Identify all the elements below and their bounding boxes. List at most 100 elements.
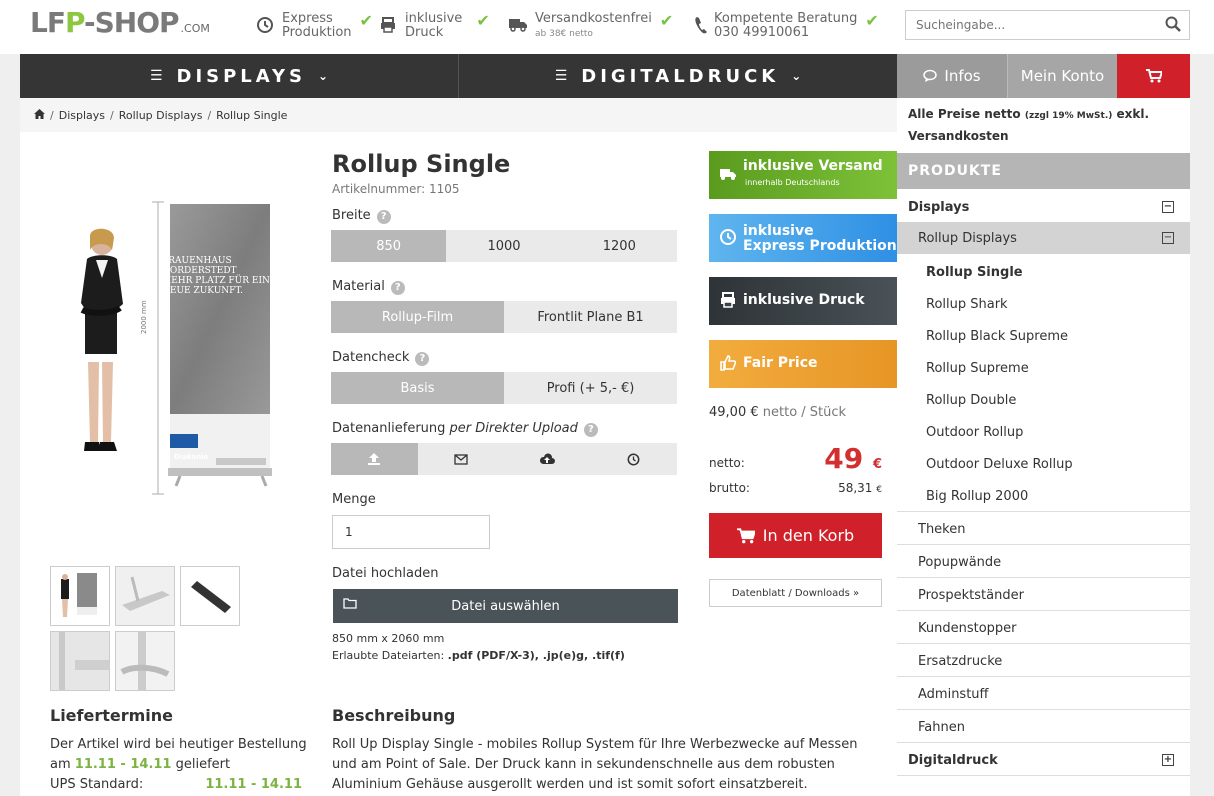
sidebar-item-displays[interactable]: Displays −	[897, 191, 1190, 223]
badge-express: inklusive Express Produktion	[709, 214, 904, 262]
breite-option-1200[interactable]: 1200	[562, 230, 677, 262]
sidebar-item-fahnen[interactable]: Fahnen	[897, 711, 1190, 743]
help-icon[interactable]: ?	[390, 281, 405, 295]
sidebar-item-rollup-supreme[interactable]: Rollup Supreme	[897, 352, 1190, 384]
help-icon[interactable]: ?	[376, 210, 391, 224]
usp-versand-line1: Versandkostenfrei	[535, 11, 652, 26]
nav-konto[interactable]: Mein Konto	[1007, 54, 1117, 98]
material-selector: Rollup-Film Frontlit Plane B1	[331, 301, 677, 333]
quantity-input[interactable]: 1	[332, 515, 490, 549]
truck-icon	[720, 169, 736, 180]
usp-phone-number[interactable]: 030 49910061	[714, 26, 857, 40]
expand-icon[interactable]: +	[1162, 754, 1174, 766]
cloud-upload-icon	[540, 453, 556, 464]
divider	[897, 775, 1190, 776]
help-icon[interactable]: ?	[415, 352, 430, 366]
datencheck-label-text: Datencheck	[332, 350, 410, 365]
sidebar-item-ersatzdrucke[interactable]: Ersatzdrucke	[897, 645, 1190, 677]
chevron-down-icon: ⌄	[317, 69, 329, 83]
home-icon[interactable]	[34, 108, 45, 122]
rollup-print-line3: MEHR PLATZ FÜR EINE	[162, 276, 277, 286]
sidebar-item-popupwaende[interactable]: Popupwände	[897, 546, 1190, 578]
sidebar-item-digitaldruck[interactable]: Digitaldruck +	[897, 744, 1190, 776]
description-heading: Beschreibung	[332, 706, 456, 725]
breadcrumb-rollup-displays[interactable]: Rollup Displays	[119, 109, 203, 122]
add-to-cart-button[interactable]: In den Korb	[709, 513, 882, 558]
sidebar-item-rollup-displays[interactable]: Rollup Displays −	[897, 222, 1190, 254]
sidebar-item-rollup-single[interactable]: Rollup Single	[897, 256, 1190, 288]
sidebar-item-kundenstopper[interactable]: Kundenstopper	[897, 612, 1190, 644]
file-select-button[interactable]: Datei auswählen	[333, 589, 678, 623]
breite-option-1000[interactable]: 1000	[446, 230, 561, 262]
divider	[897, 709, 1190, 710]
collapse-icon[interactable]: −	[1162, 232, 1174, 244]
breite-option-850[interactable]: 850	[331, 230, 447, 262]
email-option[interactable]	[418, 443, 505, 475]
thumbnail-4[interactable]	[50, 631, 110, 691]
material-option-rollup-film[interactable]: Rollup-Film	[331, 301, 504, 333]
cart-icon	[736, 527, 755, 543]
collapse-icon[interactable]: −	[1162, 201, 1174, 213]
printer-icon	[377, 16, 399, 38]
delivery-dates: 11.11 - 14.11	[74, 757, 172, 772]
delivery-text-geliefert: geliefert	[175, 757, 231, 772]
logo-text-lf: LF	[30, 6, 66, 39]
sidebar-item-rollup-black-supreme[interactable]: Rollup Black Supreme	[897, 320, 1190, 352]
datasheet-button[interactable]: Datenblatt / Downloads »	[709, 579, 882, 607]
search-input[interactable]	[906, 11, 1146, 39]
breadcrumb-current: Rollup Single	[216, 108, 288, 122]
thumbnail-5[interactable]	[115, 631, 175, 691]
badge-druck-title: inklusive Druck	[743, 292, 865, 308]
breadcrumb-displays[interactable]: Displays	[59, 109, 105, 122]
article-number: Artikelnummer: 1105	[332, 182, 460, 196]
later-option[interactable]	[591, 443, 678, 475]
sidebar-item-adminstuff[interactable]: Adminstuff	[897, 678, 1190, 710]
datencheck-option-profi[interactable]: Profi (+ 5,- €)	[504, 372, 677, 404]
badge-versand-title: inklusive Versand	[743, 158, 883, 174]
menu-icon: ☰	[554, 68, 568, 84]
check-icon: ✔	[476, 11, 490, 30]
thumbnail-3[interactable]	[180, 566, 240, 626]
cloud-option[interactable]	[504, 443, 591, 475]
divider	[897, 610, 1190, 611]
upload-option[interactable]	[331, 443, 418, 475]
usp-express-line2: Produktion	[282, 25, 352, 40]
usp-druck-line1: inklusive	[405, 11, 463, 26]
nav-digitaldruck[interactable]: ☰ DIGITALDRUCK ⌄	[459, 54, 897, 98]
brutto-price: 58,31 €	[838, 481, 882, 495]
sidebar-item-big-rollup[interactable]: Big Rollup 2000	[897, 480, 1190, 512]
nav-cart-button[interactable]	[1117, 54, 1190, 98]
rollup-print-text: FRAUENHAUS NORDERSTEDT MEHR PLATZ FÜR EI…	[162, 256, 276, 296]
folder-icon	[343, 597, 357, 613]
nav-displays-label: DISPLAYS	[176, 65, 306, 87]
sidebar-item-rollup-double[interactable]: Rollup Double	[897, 384, 1190, 416]
badge-druck: inklusive Druck	[709, 277, 904, 325]
logo[interactable]: LFP-SHOP .COM	[30, 8, 210, 44]
badge-express-line2: Express Produktion	[743, 238, 897, 254]
netto-label: netto:	[709, 456, 745, 470]
product-main-image[interactable]	[52, 184, 304, 516]
material-label-text: Material	[332, 279, 385, 294]
sidebar-item-theken[interactable]: Theken	[897, 513, 1190, 545]
sidebar-item-outdoor-rollup[interactable]: Outdoor Rollup	[897, 416, 1190, 448]
material-option-frontlit[interactable]: Frontlit Plane B1	[504, 301, 677, 333]
thumbnail-1[interactable]	[50, 566, 110, 626]
filetypes-info: Erlaubte Dateiarten: .pdf (PDF/X-3), .jp…	[332, 649, 625, 662]
cart-icon	[1145, 69, 1162, 83]
nav-displays[interactable]: ☰ DISPLAYS ⌄	[20, 54, 459, 98]
description-text: Roll Up Display Single - mobiles Rollup …	[332, 735, 857, 795]
thumbnail-2[interactable]	[115, 566, 175, 626]
sidebar-item-rollup-displays-label: Rollup Displays	[918, 230, 1017, 246]
chat-icon	[923, 69, 938, 82]
sidebar-item-rollup-shark[interactable]: Rollup Shark	[897, 288, 1190, 320]
help-icon[interactable]: ?	[583, 423, 598, 437]
sidebar-item-prospektstaender[interactable]: Prospektständer	[897, 579, 1190, 611]
check-icon: ✔	[359, 11, 373, 30]
datencheck-option-basis[interactable]: Basis	[331, 372, 504, 404]
sidebar-item-outdoor-deluxe-rollup[interactable]: Outdoor Deluxe Rollup	[897, 448, 1190, 480]
search-icon[interactable]	[1165, 16, 1181, 32]
datencheck-selector: Basis Profi (+ 5,- €)	[331, 372, 677, 404]
nav-infos[interactable]: Infos	[897, 54, 1007, 98]
description-line3: Aluminium Gehäuse ausgerollt werden und …	[332, 777, 808, 792]
netto-price-value: 49	[824, 442, 864, 475]
